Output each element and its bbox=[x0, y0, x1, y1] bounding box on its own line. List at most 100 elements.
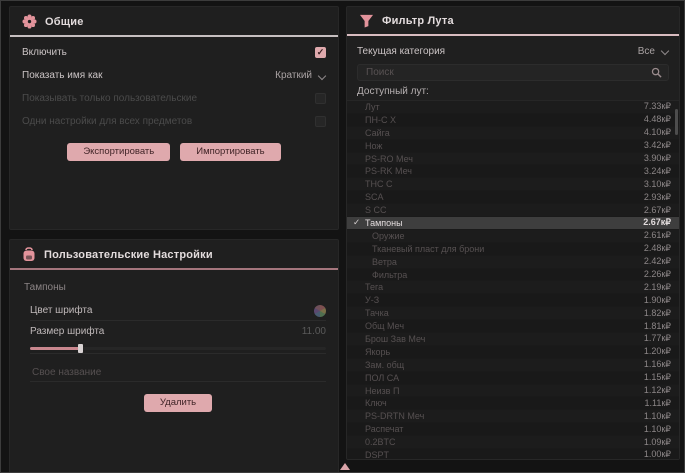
list-item[interactable]: Ключ1.11к₽ bbox=[347, 397, 679, 410]
item-name: PS-RO Меч bbox=[365, 154, 644, 164]
item-value: 1.10к₽ bbox=[644, 424, 671, 435]
import-button[interactable]: Импортировать bbox=[180, 143, 280, 161]
show-name-row: Показать имя как Краткий bbox=[22, 64, 326, 87]
custom-name-input[interactable] bbox=[30, 366, 326, 379]
available-loot-label: Доступный лут: bbox=[357, 86, 669, 97]
list-item[interactable]: Оружие2.61к₽ bbox=[347, 230, 679, 243]
list-item[interactable]: Зам. общ1.16к₽ bbox=[347, 359, 679, 372]
item-value: 4.48к₽ bbox=[644, 114, 671, 125]
font-size-row: Размер шрифта 11.00 bbox=[30, 321, 326, 341]
loot-filter-panel: Фильтр Лута Текущая категория Все Доступ… bbox=[346, 6, 680, 460]
custom-panel-header: Пользовательские Настройки bbox=[10, 240, 338, 268]
category-dropdown[interactable]: Все bbox=[638, 46, 669, 57]
slider-fill bbox=[30, 347, 80, 350]
resize-handle-icon[interactable] bbox=[340, 463, 350, 470]
item-name: У-З bbox=[365, 295, 644, 305]
item-value: 1.11к₽ bbox=[644, 398, 671, 409]
item-name: PS-RK Меч bbox=[365, 166, 644, 176]
font-size-slider[interactable] bbox=[30, 344, 326, 354]
list-item[interactable]: Нож3.42к₽ bbox=[347, 140, 679, 153]
item-name: ПН-С Х bbox=[365, 115, 644, 125]
show-name-dropdown[interactable]: Краткий bbox=[275, 70, 326, 81]
list-item[interactable]: Брош Зав Меч1.77к₽ bbox=[347, 333, 679, 346]
list-item[interactable]: ✓Тампоны2.67к₽ bbox=[347, 217, 679, 230]
show-name-label: Показать имя как bbox=[22, 70, 102, 81]
list-item[interactable]: ПН-С Х4.48к₽ bbox=[347, 114, 679, 127]
item-name: Неизв П bbox=[365, 386, 644, 396]
list-item[interactable]: PS-RK Меч3.24к₽ bbox=[347, 165, 679, 178]
category-row: Текущая категория Все bbox=[357, 40, 669, 62]
funnel-icon bbox=[359, 14, 374, 28]
item-value: 3.24к₽ bbox=[644, 166, 671, 177]
general-panel: Общие Включить ✓ Показать имя как Кратки… bbox=[9, 6, 339, 230]
list-item[interactable]: PS-DRTN Меч1.10к₽ bbox=[347, 410, 679, 423]
list-item[interactable]: DSPT1.00к₽ bbox=[347, 449, 679, 460]
panel-title: Фильтр Лута bbox=[382, 15, 454, 27]
same-settings-row: Одни настройки для всех предметов bbox=[22, 110, 326, 133]
slider-handle[interactable] bbox=[78, 344, 83, 353]
custom-name-field-wrap bbox=[30, 364, 326, 382]
filter-panel-header: Фильтр Лута bbox=[347, 7, 679, 34]
item-name: Тачка bbox=[365, 308, 644, 318]
same-settings-label: Одни настройки для всех предметов bbox=[22, 116, 192, 127]
list-item[interactable]: Сайга4.10к₽ bbox=[347, 127, 679, 140]
item-value: 2.42к₽ bbox=[644, 256, 671, 267]
delete-button[interactable]: Удалить bbox=[144, 394, 212, 412]
show-name-value: Краткий bbox=[275, 70, 312, 81]
item-name: ПОЛ СА bbox=[365, 373, 644, 383]
item-name: Якорь bbox=[365, 347, 644, 357]
item-name: Сайга bbox=[365, 128, 644, 138]
list-item[interactable]: ПОЛ СА1.15к₽ bbox=[347, 372, 679, 385]
list-item[interactable]: Лут7.33к₽ bbox=[347, 101, 679, 114]
list-item[interactable]: Тега2.19к₽ bbox=[347, 281, 679, 294]
list-item[interactable]: Тканевый пласт для брони2.48к₽ bbox=[347, 243, 679, 256]
export-button[interactable]: Экспортировать bbox=[67, 143, 170, 161]
panel-title: Общие bbox=[45, 16, 84, 28]
list-item[interactable]: Тачка1.82к₽ bbox=[347, 307, 679, 320]
list-item[interactable]: S CC2.67к₽ bbox=[347, 204, 679, 217]
list-item[interactable]: Неизв П1.12к₽ bbox=[347, 385, 679, 398]
same-settings-checkbox[interactable] bbox=[315, 116, 326, 127]
item-name: DSPT bbox=[365, 450, 644, 460]
search-icon[interactable] bbox=[651, 67, 662, 78]
item-value: 1.81к₽ bbox=[644, 321, 671, 332]
chevron-down-icon bbox=[318, 72, 326, 80]
list-item[interactable]: Якорь1.20к₽ bbox=[347, 346, 679, 359]
list-item[interactable]: ТНС С3.10к₽ bbox=[347, 178, 679, 191]
color-wheel-icon[interactable] bbox=[314, 305, 326, 317]
list-item[interactable]: PS-RO Меч3.90к₽ bbox=[347, 153, 679, 166]
item-value: 3.90к₽ bbox=[644, 153, 671, 164]
mod-settings-window: Общие Включить ✓ Показать имя как Кратки… bbox=[0, 0, 685, 473]
item-value: 1.20к₽ bbox=[644, 346, 671, 357]
gear-icon bbox=[22, 14, 37, 29]
font-color-label: Цвет шрифта bbox=[30, 305, 92, 316]
item-name: SCA bbox=[365, 192, 644, 202]
scrollbar-thumb[interactable] bbox=[675, 109, 678, 135]
font-color-row: Цвет шрифта bbox=[30, 301, 326, 321]
list-item[interactable]: Распечат1.10к₽ bbox=[347, 423, 679, 436]
only-custom-checkbox[interactable] bbox=[315, 93, 326, 104]
search-input[interactable] bbox=[364, 66, 651, 79]
list-item[interactable]: Ветра2.42к₽ bbox=[347, 256, 679, 269]
font-size-label: Размер шрифта bbox=[30, 326, 104, 337]
item-name: Тампоны bbox=[365, 218, 643, 228]
list-item[interactable]: Фильтра2.26к₽ bbox=[347, 269, 679, 282]
selected-item-name: Тампоны bbox=[24, 282, 326, 293]
list-item[interactable]: SCA2.93к₽ bbox=[347, 191, 679, 204]
item-value: 2.48к₽ bbox=[644, 243, 671, 254]
item-name: ТНС С bbox=[365, 179, 644, 189]
backpack-icon bbox=[22, 247, 36, 262]
item-name: Тканевый пласт для брони bbox=[365, 244, 644, 254]
loot-list: Лут7.33к₽ПН-С Х4.48к₽Сайга4.10к₽Нож3.42к… bbox=[347, 100, 679, 460]
item-value: 1.77к₽ bbox=[644, 333, 671, 344]
item-value: 1.09к₽ bbox=[644, 437, 671, 448]
enable-checkbox[interactable]: ✓ bbox=[315, 47, 326, 58]
item-name: Ветра bbox=[365, 257, 644, 267]
item-value: 3.10к₽ bbox=[644, 179, 671, 190]
category-label: Текущая категория bbox=[357, 46, 445, 57]
item-value: 1.10к₽ bbox=[644, 411, 671, 422]
list-item[interactable]: 0.2BTC1.09к₽ bbox=[347, 436, 679, 449]
item-name: Общ Меч bbox=[365, 321, 644, 331]
list-item[interactable]: Общ Меч1.81к₽ bbox=[347, 320, 679, 333]
list-item[interactable]: У-З1.90к₽ bbox=[347, 294, 679, 307]
